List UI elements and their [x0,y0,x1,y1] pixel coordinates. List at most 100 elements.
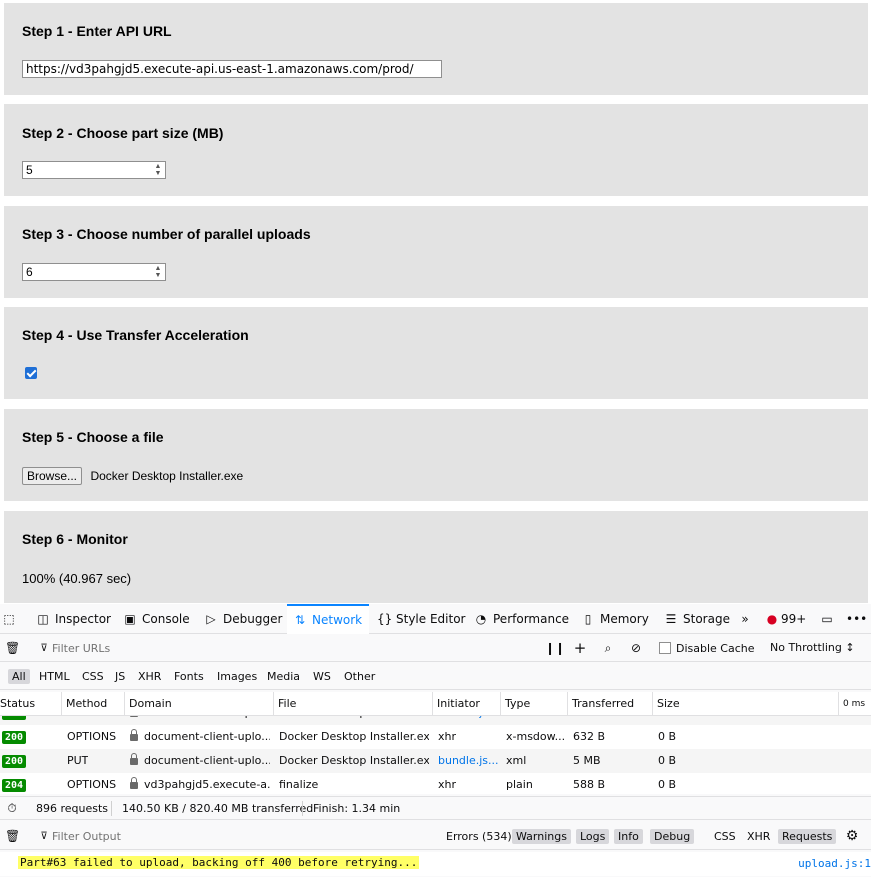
tab-performance[interactable]: ◔ Performance [474,604,569,634]
col-initiator[interactable]: Initiator [433,692,501,716]
tab-memory[interactable]: ▯ Memory [581,604,649,634]
storage-icon: ☰ [665,612,677,626]
tab-inspector[interactable]: ◫ Inspector [36,604,111,634]
requests-toggle[interactable]: Requests [778,829,837,844]
debug-toggle[interactable]: Debug [650,829,695,844]
filter-urls-input[interactable]: Filter URLs [52,642,110,655]
xhr-toggle[interactable]: XHR [743,829,774,844]
parallel-uploads-input[interactable]: 6 ▲ ▼ [22,263,166,281]
row-status: 200 [2,749,27,773]
more-tabs-chevron-icon[interactable]: » [738,604,752,634]
step-5-title: Step 5 - Choose a file [22,429,164,445]
type-fonts[interactable]: Fonts [170,669,208,684]
gear-icon[interactable]: ⚙ [845,829,859,843]
logs-toggle[interactable]: Logs [576,829,610,844]
filter-output-input[interactable]: Filter Output [52,830,121,843]
col-timeline[interactable]: 0 ms [839,692,871,716]
pause-icon[interactable]: ❙❙ [545,641,565,655]
row-type: xml [506,716,526,725]
step-6-title: Step 6 - Monitor [22,531,128,547]
element-picker-icon[interactable]: ⬚ [2,604,16,634]
parallel-uploads-spinner-icon[interactable]: ▲ ▼ [153,265,163,279]
part-size-input[interactable]: 5 ▲ ▼ [22,161,166,179]
network-icon: ⇅ [294,613,306,627]
step-4-title: Step 4 - Use Transfer Acceleration [22,327,249,343]
part-size-spinner-icon[interactable]: ▲ ▼ [153,163,163,177]
type-js[interactable]: JS [111,669,129,684]
col-size[interactable]: Size [653,692,839,716]
col-file[interactable]: File [274,692,433,716]
inspector-icon: ◫ [37,612,49,626]
more-options-icon[interactable]: ••• [846,604,867,634]
col-domain[interactable]: Domain [125,692,274,716]
api-url-input[interactable]: https://vd3pahgjd5.execute-api.us-east-1… [22,60,442,78]
row-status: 204 [2,773,27,794]
disable-cache-checkbox[interactable] [659,642,671,654]
col-method[interactable]: Method [62,692,125,716]
responsive-design-icon[interactable]: ▭ [820,604,834,634]
tab-network[interactable]: ⇅ Network [287,604,369,634]
info-toggle[interactable]: Info [614,829,643,844]
table-row[interactable]: 200 OPTIONS document-client-uplo... Dock… [0,725,871,749]
row-initiator[interactable]: bundle.js... [438,749,498,773]
block-icon[interactable]: ⊘ [629,641,643,655]
tab-console[interactable]: ▣ Console [123,604,189,634]
type-images[interactable]: Images [213,669,261,684]
type-xhr[interactable]: XHR [134,669,165,684]
css-toggle[interactable]: CSS [710,829,740,844]
tab-style-editor[interactable]: {} Style Editor [377,604,465,634]
performance-icon: ◔ [475,612,487,626]
step-6-panel: Step 6 - Monitor 100% (40.967 sec) [4,511,868,603]
stopwatch-icon: ⏱ [7,801,17,815]
col-transferred[interactable]: Transferred [568,692,653,716]
style-editor-icon: {} [377,612,393,626]
type-all[interactable]: All [8,669,30,684]
console-filter-icon: ⊽ [40,831,48,842]
network-summary-bar: ⏱ 896 requests 140.50 KB / 820.40 MB tra… [0,796,871,820]
summary-finish: Finish: 1.34 min [313,802,401,815]
console-message-source-link[interactable]: upload.js:1 [798,857,871,870]
table-row[interactable]: 204 OPTIONS vd3pahgjd5.execute-a... fina… [0,773,871,794]
row-initiator[interactable]: bundle.js [438,716,498,725]
browse-button[interactable]: Browse... [22,467,83,485]
type-css[interactable]: CSS [78,669,108,684]
row-transferred: 632 B [573,730,606,743]
col-type[interactable]: Type [501,692,568,716]
tab-storage[interactable]: ☰ Storage [664,604,730,634]
row-transferred: 588 B [573,778,606,791]
type-other[interactable]: Other [340,669,379,684]
row-method: OPTIONS [67,778,117,791]
step-3-title: Step 3 - Choose number of parallel uploa… [22,226,311,242]
warnings-toggle[interactable]: Warnings [512,829,571,844]
row-domain: vd3pahgjd5.execute-a... [130,773,270,794]
type-ws[interactable]: WS [309,669,335,684]
error-icon: ● [766,612,778,626]
row-type: x-msdow... [506,730,566,743]
step-3-panel: Step 3 - Choose number of parallel uploa… [4,206,868,298]
step-1-panel: Step 1 - Enter API URL https://vd3pahgjd… [4,3,868,95]
tab-debugger[interactable]: ▷ Debugger [204,604,282,634]
step-4-panel: Step 4 - Use Transfer Acceleration [4,307,868,399]
debugger-icon: ▷ [206,612,216,626]
transfer-acceleration-checkbox[interactable] [25,367,37,379]
table-row[interactable]: 200 PUT document-client-uplo... Docker D… [0,749,871,773]
type-html[interactable]: HTML [35,669,74,684]
col-status[interactable]: Status [0,692,62,716]
row-initiator: xhr [438,730,457,743]
lock-icon [130,753,138,765]
row-method: PUT [67,754,89,767]
lock-icon [130,729,138,741]
search-icon[interactable]: ⌕ [601,641,615,655]
throttling-select[interactable]: No Throttling ↕ [770,641,855,654]
errors-toggle[interactable]: Errors (534) [442,829,516,844]
clear-console-trash-icon[interactable]: 🗑 [5,829,20,843]
console-message: Part#63 failed to upload, backing off 40… [0,852,871,876]
row-type: plain [506,778,533,791]
error-count-badge[interactable]: ● 99+ [765,604,807,634]
memory-icon: ▯ [584,612,592,626]
table-row-partial[interactable]: 200 PUT document-client-uplo Docker Desk… [0,716,871,725]
add-icon[interactable]: + [573,641,587,656]
type-media[interactable]: Media [263,669,304,684]
devtools-tab-bar: ⬚ ◫ Inspector ▣ Console ▷ Debugger ⇅ Net… [0,604,871,634]
trash-icon[interactable]: 🗑 [5,641,20,655]
